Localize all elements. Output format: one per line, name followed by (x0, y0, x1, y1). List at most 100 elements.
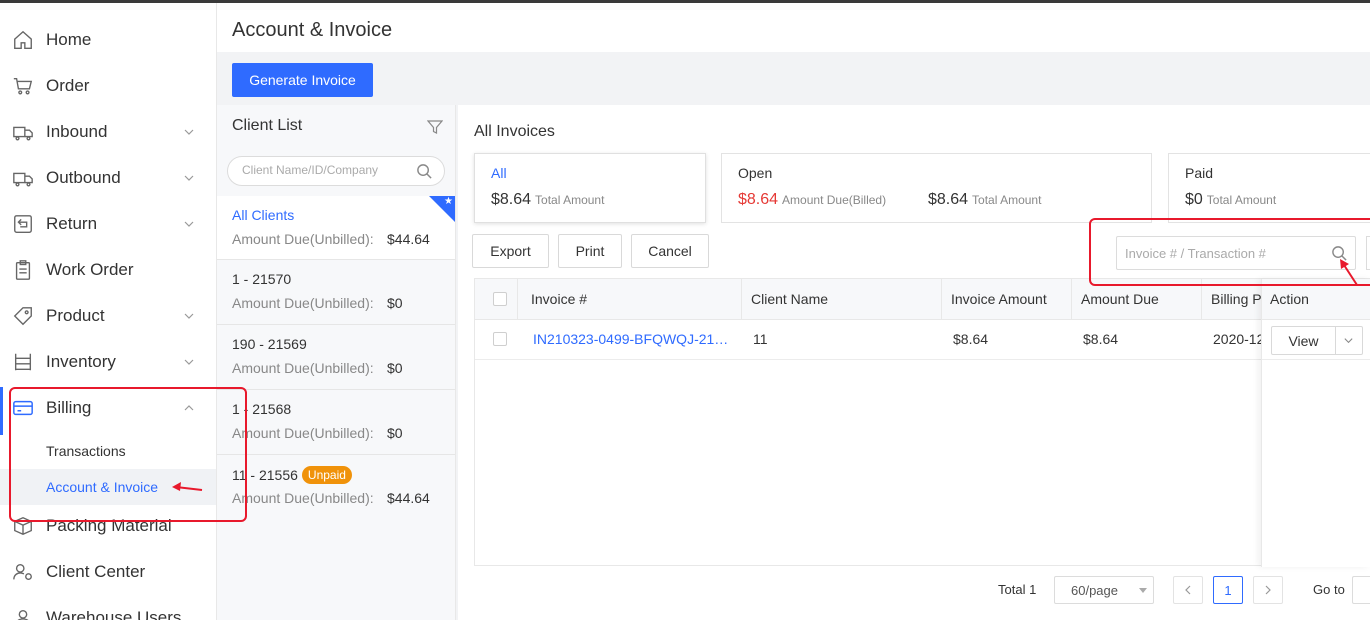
sidebar-item-outbound[interactable]: Outbound (0, 155, 216, 201)
sidebar-item-work-order[interactable]: Work Order (0, 247, 216, 293)
client-item[interactable]: 1 - 21570 Amount Due(Unbilled): $0 (217, 260, 455, 325)
column-header: Billing P (1211, 291, 1262, 307)
chevron-down-icon (184, 221, 194, 227)
select-all-checkbox[interactable] (493, 292, 507, 306)
toolbar-band (217, 52, 1370, 105)
annotation-arrow (172, 482, 203, 491)
client-item[interactable]: 11 - 21556 Unpaid Amount Due(Unbilled): $… (217, 455, 455, 520)
client-list-title: Client List (232, 117, 303, 134)
column-divider (517, 279, 518, 320)
stat-sub: Total Amount (972, 193, 1042, 207)
filter-icon[interactable] (427, 119, 443, 135)
shelves-icon (14, 353, 32, 371)
client-due-amount: $0 (387, 425, 403, 441)
generate-invoice-button[interactable]: Generate Invoice (232, 63, 373, 97)
client-due-label: Amount Due(Unbilled): (232, 425, 374, 441)
stat-sub: Amount Due(Billed) (782, 193, 887, 207)
star-icon: ★ (444, 196, 453, 207)
client-search-input[interactable] (242, 163, 407, 177)
column-divider (941, 279, 942, 320)
column-header: Invoice Amount (951, 291, 1047, 307)
sidebar-item-warehouse-users[interactable]: Warehouse Users (0, 595, 216, 620)
sidebar-item-home[interactable]: Home (0, 17, 216, 63)
truck-out-icon (13, 172, 33, 187)
chevron-down-icon (184, 129, 194, 135)
amount-due-cell: $8.64 (1083, 331, 1119, 347)
client-item-all[interactable]: ★ All Clients Amount Due(Unbilled): $44.… (217, 196, 455, 260)
client-name: 11 - 21556 Unpaid (232, 466, 352, 484)
client-due-amount: $44.64 (387, 231, 430, 247)
sidebar-item-order[interactable]: Order (0, 63, 216, 109)
sidebar-item-label: Product (46, 306, 105, 325)
next-page-button[interactable] (1253, 576, 1283, 604)
sidebar-item-return[interactable]: Return (0, 201, 216, 247)
invoices-panel: All Invoices All $8.64 Total Amount Open … (456, 105, 1370, 620)
unpaid-badge: Unpaid (301, 466, 352, 484)
prev-page-button[interactable] (1173, 576, 1203, 604)
sidebar-item-inbound[interactable]: Inbound (0, 109, 216, 155)
sidebar-item-label: Work Order (46, 260, 134, 279)
client-due-label: Amount Due(Unbilled): (232, 231, 374, 247)
cancel-button[interactable]: Cancel (631, 234, 709, 268)
goto-page-input[interactable] (1352, 576, 1370, 604)
client-item[interactable]: 1 - 21568 Amount Due(Unbilled): $0 (217, 390, 455, 455)
stat-card-label: Paid (1185, 165, 1214, 181)
search-icon[interactable] (416, 163, 433, 180)
annotation-box-search (1089, 218, 1370, 286)
client-list-panel: Client List ★ All Clients Amount Due(Unb… (217, 105, 456, 620)
page-number-button[interactable]: 1 (1213, 576, 1243, 604)
sidebar-item-label: Outbound (46, 168, 121, 187)
column-header: Invoice # (531, 291, 588, 307)
export-button[interactable]: Export (472, 234, 549, 268)
client-search-field[interactable] (227, 156, 445, 186)
invoices-table: Invoice # Client Name Invoice Amount Amo… (474, 278, 1370, 567)
chevron-down-icon (184, 313, 194, 319)
stat-card-value: $8.64 Total Amount (491, 191, 604, 209)
divider (1335, 327, 1336, 354)
stat-amount: $8.64 (928, 191, 969, 208)
stat-card-open[interactable]: Open $8.64 Amount Due(Billed) $8.64 Total … (721, 153, 1152, 223)
stat-sub: Total Amount (535, 193, 605, 207)
invoice-amount-cell: $8.64 (953, 331, 989, 347)
client-name: 190 - 21569 (232, 336, 307, 352)
chevron-left-icon (1185, 585, 1191, 595)
home-icon (14, 30, 32, 49)
client-due-label: Amount Due(Unbilled): (232, 295, 374, 311)
goto-label: Go to (1313, 582, 1345, 597)
annotation-box-billing (9, 387, 247, 522)
column-header: Action (1270, 291, 1309, 307)
view-button[interactable]: View (1272, 327, 1335, 354)
stat-card-value: $8.64 Amount Due(Billed) (738, 191, 886, 209)
client-item[interactable]: 190 - 21569 Amount Due(Unbilled): $0 (217, 325, 455, 390)
client-due-amount: $0 (387, 360, 403, 376)
chevron-down-icon[interactable] (1343, 335, 1354, 346)
invoices-content: All Invoices All $8.64 Total Amount Open … (458, 105, 1370, 620)
table-row[interactable]: IN210323-0499-BFQWQJ-21… 11 $8.64 $8.64 … (475, 320, 1370, 360)
stat-sub: Total Amount (1206, 193, 1277, 207)
sidebar: Home Order Inbound Outbound Return Work … (0, 3, 217, 620)
action-cell: View (1262, 320, 1370, 360)
print-button[interactable]: Print (558, 234, 622, 268)
page-size-value: 60/page (1071, 582, 1118, 598)
invoices-title: All Invoices (474, 123, 555, 140)
stat-card-label: All (491, 165, 507, 181)
column-header: Client Name (751, 291, 829, 307)
return-icon (14, 215, 32, 233)
client-due-label: Amount Due(Unbilled): (232, 360, 374, 376)
invoice-link[interactable]: IN210323-0499-BFQWQJ-21… (533, 331, 728, 347)
tag-icon (13, 307, 32, 326)
sidebar-item-product[interactable]: Product (0, 293, 216, 339)
sidebar-item-client-center[interactable]: Client Center (0, 549, 216, 595)
action-column: Action View (1261, 279, 1370, 567)
sidebar-item-label: Return (46, 214, 98, 233)
sidebar-item-label: Order (46, 76, 90, 95)
row-checkbox[interactable] (493, 332, 507, 346)
stat-card-paid[interactable]: Paid $0 Total Amount (1168, 153, 1370, 223)
stat-card-all[interactable]: All $8.64 Total Amount (474, 153, 706, 223)
view-split-button[interactable]: View (1271, 326, 1363, 355)
stat-card-value: $8.64 Total Amount (928, 191, 1041, 209)
sidebar-item-inventory[interactable]: Inventory (0, 339, 216, 385)
cart-icon (13, 77, 33, 95)
billing-period-cell: 2020-12 (1213, 331, 1265, 347)
page-size-select[interactable]: 60/page (1054, 576, 1154, 604)
